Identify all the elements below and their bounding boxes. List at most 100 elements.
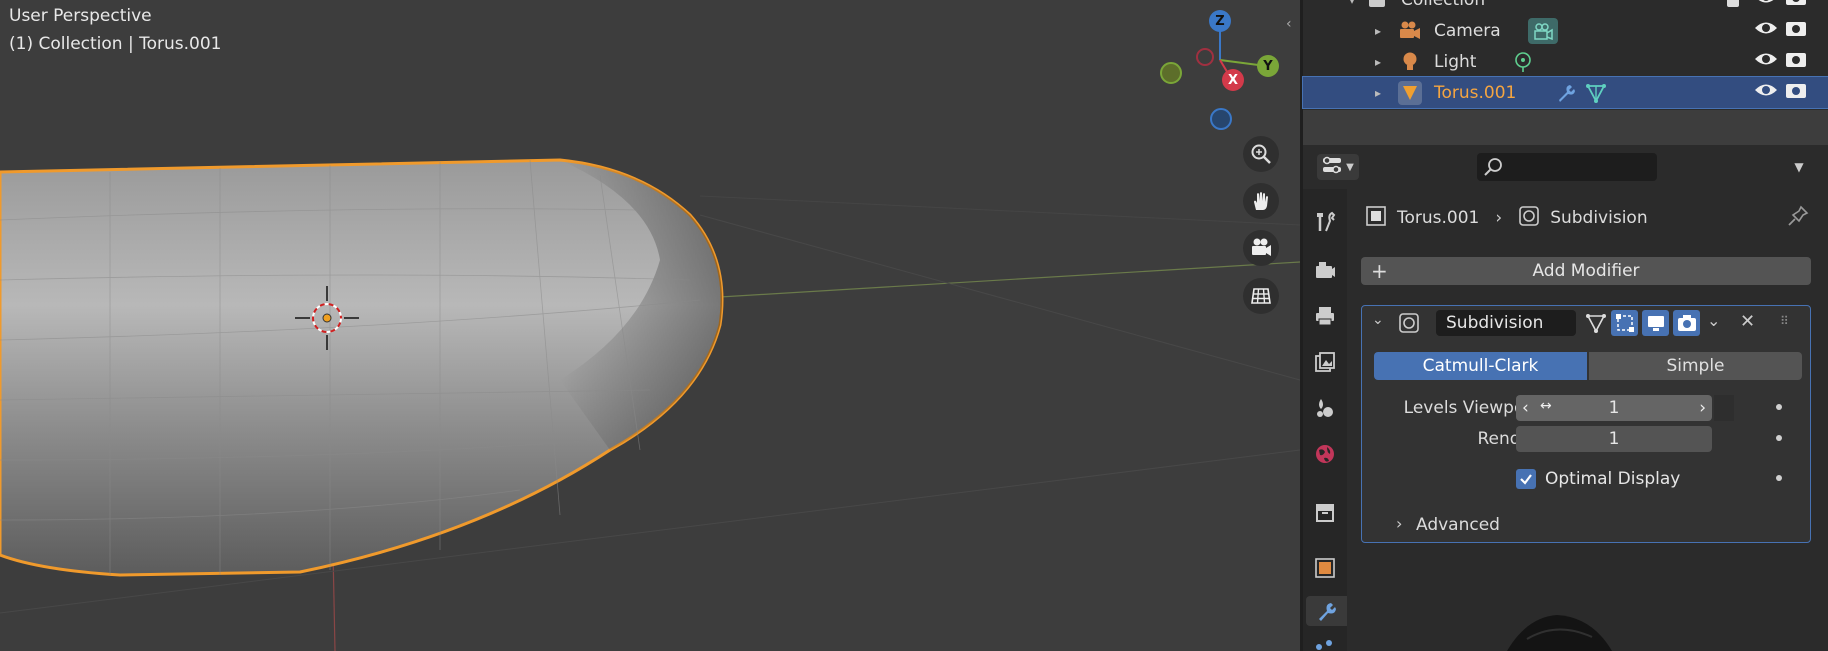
expand-right-icon[interactable]: ▸: [1375, 55, 1381, 69]
subdivision-modifier-panel: ⌄ Subdivision ⌄ ✕ ⠿ Catmull-Clark Simple…: [1361, 305, 1811, 543]
simple-button[interactable]: Simple: [1589, 352, 1802, 380]
edit-cage-icon[interactable]: [1582, 310, 1609, 336]
levels-viewport-value: 1: [1608, 398, 1620, 418]
chevron-right-icon: ›: [1495, 208, 1503, 228]
catmull-clark-button[interactable]: Catmull-Clark: [1374, 352, 1587, 380]
render-camera-icon[interactable]: [1673, 310, 1700, 336]
zoom-icon[interactable]: [1243, 136, 1279, 172]
gizmo-neg-z[interactable]: [1210, 108, 1232, 130]
optimal-display-checkbox[interactable]: [1516, 469, 1536, 489]
camera-view-icon[interactable]: [1243, 230, 1279, 266]
render-tab-icon[interactable]: [1310, 255, 1340, 285]
light-data-icon[interactable]: [1511, 50, 1535, 74]
object-tab-icon[interactable]: [1310, 553, 1340, 583]
editor-type-button[interactable]: ▼: [1317, 154, 1359, 180]
render-levels-row: Render 1: [1362, 426, 1810, 452]
sidebar-toggle-icon[interactable]: ‹: [1286, 16, 1292, 32]
increment-icon[interactable]: ›: [1699, 398, 1706, 418]
drag-handle-icon[interactable]: ⠿: [1780, 314, 1789, 328]
modifier-header: ⌄ Subdivision ⌄ ✕ ⠿: [1362, 306, 1810, 340]
camera-object-icon: [1398, 19, 1422, 43]
render-camera-icon[interactable]: [1785, 19, 1807, 42]
eye-icon[interactable]: [1754, 81, 1778, 104]
mesh-data-icon[interactable]: [1584, 81, 1608, 105]
close-icon[interactable]: ✕: [1740, 311, 1755, 332]
chevron-right-icon[interactable]: ›: [1396, 514, 1402, 533]
search-input[interactable]: [1477, 153, 1657, 181]
breadcrumb: Torus.001 › Subdivision: [1365, 205, 1648, 231]
x-axis-line: [719, 261, 1300, 298]
subdivision-type-selector: Catmull-Clark Simple: [1374, 352, 1802, 380]
world-tab-icon[interactable]: [1310, 439, 1340, 469]
properties-tabs: [1303, 189, 1347, 651]
subdivision-icon: [1518, 205, 1540, 232]
optimal-display-row: Optimal Display: [1362, 466, 1810, 492]
modifier-name-field[interactable]: Subdivision: [1436, 310, 1576, 336]
outliner-label[interactable]: Torus.001: [1434, 83, 1516, 103]
keyframe-dot[interactable]: [1776, 475, 1782, 481]
collection-icon: [1365, 0, 1389, 12]
context-label: (1) Collection | Torus.001: [9, 34, 222, 54]
mesh-object-icon: [1398, 80, 1422, 105]
render-camera-icon[interactable]: [1785, 81, 1807, 104]
camera-data-icon[interactable]: [1528, 17, 1558, 44]
outliner-row-camera[interactable]: ▸ Camera: [1303, 15, 1828, 46]
gizmo-z[interactable]: Z: [1209, 10, 1231, 32]
drag-cursor-icon: ↔: [1540, 398, 1552, 414]
decrement-icon[interactable]: ‹: [1522, 398, 1529, 418]
pin-icon[interactable]: [1787, 205, 1809, 232]
render-camera-icon[interactable]: [1785, 50, 1807, 73]
hand-pan-icon[interactable]: [1243, 183, 1279, 219]
collection-tab-icon[interactable]: [1310, 497, 1340, 527]
view-layer-tab-icon[interactable]: [1310, 347, 1340, 377]
gizmo-x[interactable]: X: [1222, 69, 1244, 91]
gizmo-neg-y[interactable]: [1160, 62, 1182, 84]
search-icon: [1483, 157, 1503, 182]
outliner-label[interactable]: Camera: [1434, 21, 1501, 41]
chevron-down-icon[interactable]: ⌄: [1707, 311, 1720, 330]
checkbox-icon[interactable]: [1726, 0, 1740, 8]
grid-ortho-icon[interactable]: [1243, 278, 1279, 314]
breadcrumb-modifier: Subdivision: [1550, 208, 1648, 228]
outliner-label[interactable]: Light: [1434, 52, 1476, 72]
advanced-subpanel-row[interactable]: › Advanced: [1362, 512, 1810, 538]
modifier-tab-icon[interactable]: [1306, 596, 1347, 626]
expand-right-icon[interactable]: ▸: [1375, 24, 1381, 38]
outliner[interactable]: ▾ Collection ▸ Camera ▸ Light ▸ Torus.00…: [1302, 0, 1828, 110]
properties-header: ▼ ▼: [1303, 145, 1828, 189]
keyframe-dot[interactable]: [1776, 404, 1782, 410]
expand-right-icon[interactable]: ▸: [1375, 86, 1381, 100]
viewport-scene[interactable]: [0, 0, 1300, 651]
levels-viewport-row: Levels Viewport ‹ ↔ 1 ›: [1362, 395, 1810, 421]
realtime-display-icon[interactable]: [1642, 310, 1669, 336]
options-dropdown-icon[interactable]: ▼: [1781, 154, 1817, 180]
object-icon: [1365, 205, 1387, 232]
advanced-label[interactable]: Advanced: [1416, 515, 1500, 535]
render-levels-field[interactable]: 1: [1516, 426, 1712, 452]
modifier-wrench-icon[interactable]: [1554, 81, 1578, 105]
add-modifier-button[interactable]: + Add Modifier: [1361, 257, 1811, 285]
eye-icon[interactable]: [1754, 50, 1778, 73]
chevron-down-icon: ▼: [1346, 161, 1354, 173]
render-camera-icon[interactable]: [1785, 0, 1807, 11]
particles-tab-icon[interactable]: [1310, 637, 1340, 651]
view-name: User Perspective: [9, 6, 152, 26]
optimal-display-label[interactable]: Optimal Display: [1545, 469, 1680, 489]
tool-tab-icon[interactable]: [1310, 207, 1340, 237]
levels-viewport-field[interactable]: ‹ ↔ 1 ›: [1516, 395, 1712, 421]
gizmo-y[interactable]: Y: [1257, 55, 1279, 77]
keyframe-dot[interactable]: [1776, 435, 1782, 441]
output-tab-icon[interactable]: [1310, 301, 1340, 331]
outliner-row-light[interactable]: ▸ Light: [1303, 46, 1828, 77]
breadcrumb-object: Torus.001: [1397, 208, 1480, 228]
eye-icon[interactable]: [1754, 0, 1778, 11]
outliner-row-collection[interactable]: ▾ Collection: [1303, 0, 1828, 15]
collapse-chevron-icon[interactable]: ⌄: [1372, 312, 1384, 328]
gizmo-neg-x[interactable]: [1196, 48, 1214, 66]
3d-viewport[interactable]: User Perspective (1) Collection | Torus.…: [0, 0, 1300, 651]
eye-icon[interactable]: [1754, 19, 1778, 42]
outliner-row-torus[interactable]: ▸ Torus.001: [1302, 76, 1828, 109]
edit-mode-icon[interactable]: [1611, 310, 1638, 336]
expand-down-icon[interactable]: ▾: [1349, 0, 1355, 7]
scene-tab-icon[interactable]: [1310, 393, 1340, 423]
